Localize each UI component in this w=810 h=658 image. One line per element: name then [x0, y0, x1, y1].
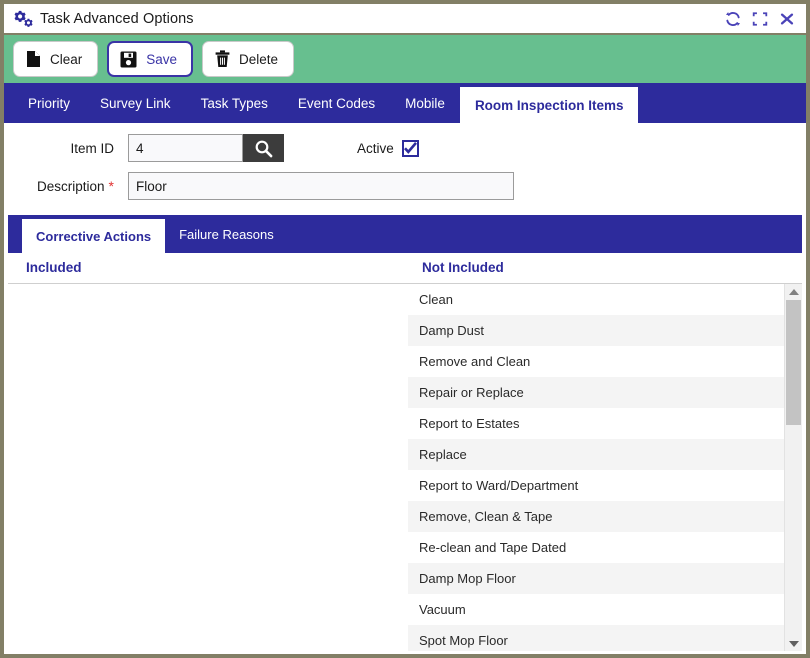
not-included-list-item[interactable]: Report to Estates [408, 408, 784, 439]
included-column-header: Included [26, 260, 82, 275]
document-icon [27, 51, 40, 67]
close-icon[interactable] [778, 10, 796, 28]
not-included-list-item[interactable]: Spot Mop Floor [408, 625, 784, 651]
active-checkbox[interactable] [401, 139, 419, 157]
tab-mobile[interactable]: Mobile [390, 83, 460, 123]
titlebar-left: Task Advanced Options [14, 10, 724, 27]
item-id-input[interactable] [128, 134, 243, 162]
item-form: Item ID Active Description* [4, 123, 806, 215]
magnifier-icon [255, 140, 273, 157]
not-included-list-item-label: Clean [419, 292, 453, 307]
tab-room-inspection-items-label: Room Inspection Items [474, 97, 624, 113]
task-advanced-options-window: Task Advanced Options Clear Save Delete … [0, 0, 810, 658]
not-included-list-item[interactable]: Re-clean and Tape Dated [408, 532, 784, 563]
not-included-list-item[interactable]: Report to Ward/Department [408, 470, 784, 501]
not-included-list-item-label: Vacuum [419, 602, 466, 617]
description-label-text: Description [37, 179, 105, 194]
subtab-corrective-actions-label: Corrective Actions [36, 228, 152, 244]
tab-event-codes[interactable]: Event Codes [283, 83, 390, 123]
not-included-list-item-label: Damp Dust [419, 323, 485, 338]
save-button-label: Save [146, 51, 178, 67]
not-included-scrollbar[interactable] [784, 284, 802, 651]
not-included-list[interactable]: Clean Damp Dust Remove and Clean Repair or … [408, 284, 802, 651]
dual-list-panes: Clean Damp Dust Remove and Clean Repair or … [8, 283, 802, 651]
list-column-headers: Included Not Included [8, 253, 802, 283]
gears-icon [14, 10, 33, 27]
sub-tab-strip: Corrective Actions Failure Reasons [8, 215, 802, 253]
tab-survey-link-label: Survey Link [100, 95, 171, 111]
description-label: Description * [4, 178, 114, 194]
window-title: Task Advanced Options [40, 10, 194, 27]
not-included-list-item[interactable]: Repair or Replace [408, 377, 784, 408]
tab-priority-label: Priority [28, 95, 71, 111]
not-included-list-item[interactable]: Remove, Clean & Tape [408, 501, 784, 532]
active-label: Active [357, 140, 394, 156]
checkmark-icon [403, 142, 417, 154]
maximize-icon[interactable] [751, 10, 769, 28]
not-included-list-item-label: Repair or Replace [419, 385, 524, 400]
not-included-list-item[interactable]: Damp Dust [408, 315, 784, 346]
not-included-list-item-label: Replace [419, 447, 467, 462]
subtab-corrective-actions[interactable]: Corrective Actions [22, 219, 166, 253]
item-id-label: Item ID [70, 140, 114, 156]
not-included-scroll-area: Clean Damp Dust Remove and Clean Repair or … [408, 284, 784, 651]
not-included-list-rows: Clean Damp Dust Remove and Clean Repair or … [408, 284, 784, 651]
not-included-list-item-label: Re-clean and Tape Dated [419, 540, 567, 555]
save-button[interactable]: Save [107, 41, 194, 77]
tab-survey-link[interactable]: Survey Link [85, 83, 186, 123]
action-toolbar: Clear Save Delete [4, 35, 806, 83]
subtab-failure-reasons[interactable]: Failure Reasons [165, 215, 288, 253]
tab-room-inspection-items[interactable]: Room Inspection Items [459, 87, 639, 123]
window-controls [724, 10, 798, 28]
item-id-row: Item ID Active [4, 133, 806, 163]
window-titlebar: Task Advanced Options [4, 4, 806, 35]
not-included-list-item[interactable]: Damp Mop Floor [408, 563, 784, 594]
not-included-column-header: Not Included [422, 260, 504, 275]
caret-up-icon [788, 288, 799, 295]
required-asterisk: * [108, 178, 114, 194]
delete-button[interactable]: Delete [202, 41, 295, 77]
main-tab-strip: Priority Survey Link Task Types Event Co… [4, 83, 806, 123]
tab-event-codes-label: Event Codes [297, 95, 376, 111]
delete-button-label: Delete [239, 51, 279, 67]
clear-button[interactable]: Clear [13, 41, 99, 77]
scrollbar-thumb[interactable] [786, 300, 801, 425]
description-input[interactable] [128, 172, 514, 200]
scroll-up-button[interactable] [785, 284, 802, 299]
scroll-down-button[interactable] [785, 636, 802, 651]
clear-button-label: Clear [50, 51, 83, 67]
not-included-list-item[interactable]: Remove and Clean [408, 346, 784, 377]
floppy-disk-icon [120, 51, 137, 67]
refresh-icon[interactable] [724, 10, 742, 28]
not-included-list-item-label: Report to Ward/Department [419, 478, 579, 493]
item-id-search-button[interactable] [243, 134, 284, 162]
not-included-list-item[interactable]: Clean [408, 284, 784, 315]
not-included-list-item-label: Report to Estates [419, 416, 520, 431]
subtab-failure-reasons-label: Failure Reasons [179, 226, 274, 242]
tab-priority[interactable]: Priority [13, 83, 85, 123]
not-included-list-item-label: Spot Mop Floor [419, 633, 508, 648]
tab-task-types-label: Task Types [200, 95, 268, 111]
not-included-list-item-label: Remove, Clean & Tape [419, 509, 553, 524]
description-row: Description * [4, 171, 806, 201]
not-included-list-item[interactable]: Vacuum [408, 594, 784, 625]
tab-mobile-label: Mobile [405, 95, 445, 111]
caret-down-icon [788, 640, 799, 647]
not-included-list-item-label: Remove and Clean [419, 354, 531, 369]
tab-task-types[interactable]: Task Types [186, 83, 283, 123]
not-included-list-item[interactable]: Replace [408, 439, 784, 470]
trash-icon [215, 50, 230, 67]
not-included-list-item-label: Damp Mop Floor [419, 571, 516, 586]
included-list[interactable] [8, 284, 408, 651]
